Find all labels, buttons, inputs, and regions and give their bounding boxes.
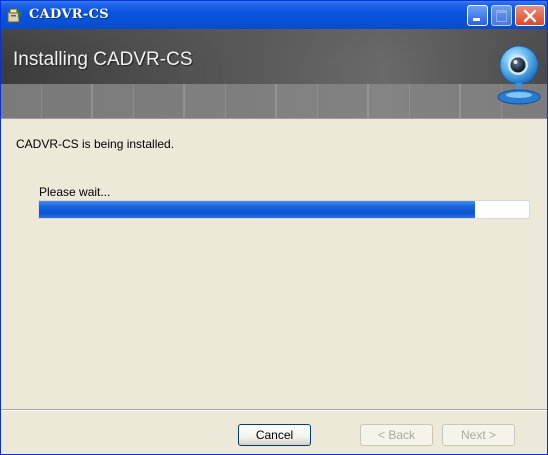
progress-label: Please wait... bbox=[39, 185, 111, 199]
installer-window: CADVR-CS Installing CADVR-CS CADVR-CS is… bbox=[0, 0, 548, 455]
minimize-icon[interactable] bbox=[467, 5, 488, 26]
next-button: Next > bbox=[442, 424, 515, 446]
banner-title: Installing CADVR-CS bbox=[13, 49, 193, 70]
header-banner: Installing CADVR-CS bbox=[1, 29, 547, 119]
progress-fill bbox=[39, 201, 476, 218]
banner-decoration bbox=[1, 84, 547, 118]
webcam-logo-icon bbox=[496, 41, 542, 118]
window-title: CADVR-CS bbox=[29, 7, 109, 22]
installer-package-icon bbox=[7, 7, 23, 23]
back-button: < Back bbox=[360, 424, 433, 446]
cancel-button[interactable]: Cancel bbox=[238, 424, 311, 446]
title-bar[interactable]: CADVR-CS bbox=[1, 1, 547, 29]
button-area-divider bbox=[1, 409, 547, 411]
progress-bar bbox=[38, 200, 530, 219]
install-status-text: CADVR-CS is being installed. bbox=[16, 137, 175, 151]
maximize-icon bbox=[491, 5, 512, 26]
close-icon[interactable] bbox=[515, 5, 545, 26]
